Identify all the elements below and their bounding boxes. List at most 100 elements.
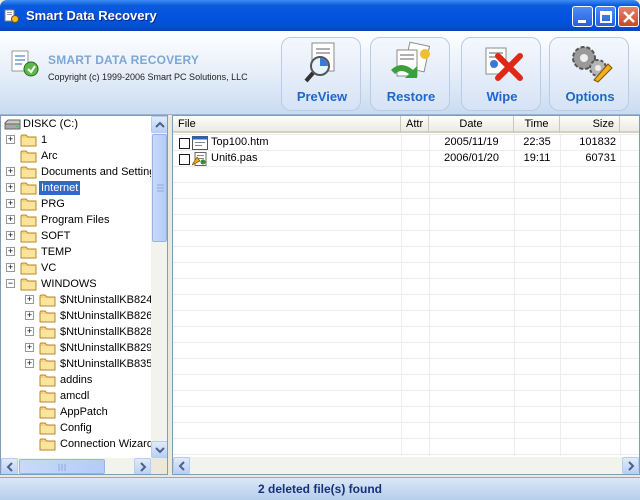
tree-folder-label: Config [60,422,92,434]
tree-vertical-scrollbar[interactable] [151,116,167,458]
tree-folder-item[interactable]: + $NtUninstallKB829 [1,340,151,356]
wipe-button[interactable]: Wipe [461,37,541,111]
tree-folder-label: WINDOWS [41,278,97,290]
folder-icon [20,230,37,243]
expand-icon[interactable]: + [6,263,15,272]
tree-folder-item[interactable]: + $NtUninstallKB835 [1,356,151,372]
expand-icon[interactable]: + [25,295,34,304]
tree-folder-item[interactable]: + $NtUninstallKB824 [1,292,151,308]
tree-folder-item[interactable]: + PRG [1,196,151,212]
expand-icon[interactable]: + [6,183,15,192]
tree-folder-label: $NtUninstallKB824 [60,294,151,306]
tree-folder-label: AppPatch [60,406,108,418]
chevron-left-icon [178,461,185,471]
expand-icon[interactable]: + [25,359,34,368]
column-header-date[interactable]: Date [429,116,514,133]
file-checkbox[interactable] [179,138,190,149]
chevron-down-icon [155,447,165,454]
column-header-size[interactable]: Size [560,116,620,133]
close-button[interactable] [618,6,639,27]
column-divider [401,134,402,456]
column-divider [620,134,621,456]
tree-folder-item[interactable]: Connection Wizard [1,436,151,452]
tree-folder-item[interactable]: +1 [1,132,151,148]
file-time: 19:11 [523,152,551,164]
file-row[interactable]: Top100.htm 2005/11/19 22:35 101832 [173,135,639,151]
expand-icon[interactable]: + [6,231,15,240]
expand-icon[interactable]: + [25,311,34,320]
list-grid [173,134,639,456]
tree-scroll-down-button[interactable] [151,441,167,458]
folder-icon [20,262,37,275]
tree-folder-item[interactable]: + Documents and Settings [1,164,151,180]
column-header-file[interactable]: File [173,116,401,133]
folder-icon [20,246,37,259]
folder-icon [20,150,37,163]
restore-documents-icon [391,41,431,78]
list-scroll-right-button[interactable] [622,457,639,474]
restore-button[interactable]: Restore [370,37,450,111]
tree-folder-item[interactable]: Arc [1,148,151,164]
expand-icon[interactable]: + [6,167,15,176]
wipe-label: Wipe [486,89,518,104]
file-checkbox[interactable] [179,154,190,165]
expand-icon[interactable]: + [6,247,15,256]
tree-folder-item[interactable]: Config [1,420,151,436]
tree-folder-item[interactable]: − WINDOWS [1,276,151,292]
tree-folder-item[interactable]: + VC [1,260,151,276]
status-text: 2 deleted file(s) found [257,482,382,496]
folder-icon [39,310,56,323]
copyright-text: Copyright (c) 1999-2006 Smart PC Solutio… [48,72,248,82]
expand-icon[interactable]: + [6,215,15,224]
folder-tree[interactable]: DISKC (C:) +1 Arc + Documents and Settings +… [0,115,168,475]
column-header-time[interactable]: Time [514,116,560,133]
list-horizontal-scrollbar[interactable] [173,457,639,474]
tree-folder-label: $NtUninstallKB826 [60,310,151,322]
options-button[interactable]: Options [549,37,629,111]
status-bar: 2 deleted file(s) found [0,477,640,500]
tree-folder-item[interactable]: + Program Files [1,212,151,228]
column-header-attr[interactable]: Attr [401,116,429,133]
tree-folder-item[interactable]: + TEMP [1,244,151,260]
tree-folder-item[interactable]: AppPatch [1,404,151,420]
tree-hscroll-thumb[interactable] [19,459,105,474]
tree-folder-item[interactable]: + SOFT [1,228,151,244]
folder-icon [39,358,56,371]
tree-drive-item[interactable]: DISKC (C:) [1,116,151,132]
tree-scroll-up-button[interactable] [151,116,167,133]
tree-scroll-thumb[interactable] [152,134,167,242]
tree-folder-item[interactable]: amcdl [1,388,151,404]
maximize-button[interactable] [595,6,616,27]
file-row[interactable]: Unit6.pas 2006/01/20 19:11 60731 [173,151,639,167]
tree-drive-label: DISKC (C:) [23,118,78,130]
tree-horizontal-scrollbar[interactable] [1,458,151,474]
tree-folder-item[interactable]: addins [1,372,151,388]
tree-folder-label: Program Files [41,214,110,226]
file-list[interactable]: File Attr Date Time Size Top100.htm 2005… [172,115,640,475]
expand-icon[interactable]: + [6,199,15,208]
collapse-icon[interactable]: − [6,279,15,288]
tree-scroll-right-button[interactable] [134,458,151,474]
tree-folder-label: PRG [41,198,65,210]
tree-folder-label: 1 [41,134,48,146]
grip-icon [58,464,66,471]
title-bar[interactable]: Smart Data Recovery [0,0,640,31]
gears-icon [572,46,613,83]
tree-folder-item[interactable]: + $NtUninstallKB826 [1,308,151,324]
tree-scroll-left-button[interactable] [1,458,18,474]
minimize-button[interactable] [572,6,593,27]
preview-button[interactable]: PreView [281,37,361,111]
expand-icon[interactable]: + [25,327,34,336]
tree-folder-label: TEMP [41,246,72,258]
options-label: Options [565,89,615,104]
tree-folder-item[interactable]: + Internet [1,180,151,196]
tree-folder-label: Connection Wizard [60,438,151,450]
expand-icon[interactable]: + [25,343,34,352]
column-divider [429,134,430,456]
folder-icon [20,214,37,227]
expand-icon[interactable]: + [6,135,15,144]
list-scroll-left-button[interactable] [173,457,190,474]
file-size: 101832 [579,136,616,148]
tree-folder-item[interactable]: + $NtUninstallKB828 [1,324,151,340]
folder-icon [39,294,56,307]
